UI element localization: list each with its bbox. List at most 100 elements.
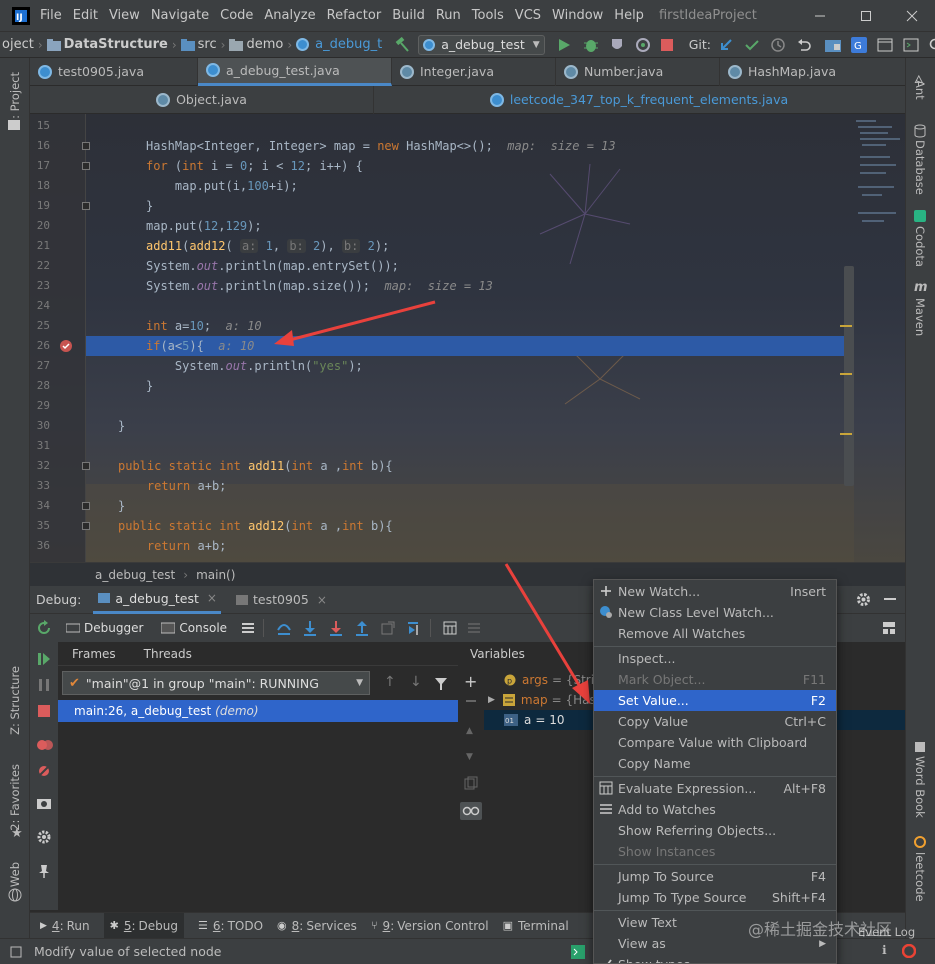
codota-tool-window-button[interactable]: Codota bbox=[913, 226, 927, 267]
tool-button-terminal[interactable]: ▣ Terminal bbox=[503, 919, 569, 933]
tab-a-debug-test[interactable]: a_debug_test.java bbox=[198, 57, 392, 86]
menu-edit[interactable]: Edit bbox=[73, 8, 98, 23]
run-config-select[interactable]: a_debug_test ▼ bbox=[418, 34, 545, 55]
breadcrumb-method[interactable]: main() bbox=[196, 568, 235, 582]
move-up-icon[interactable]: ▲ bbox=[466, 726, 473, 736]
line-number[interactable]: 28 bbox=[30, 379, 50, 392]
line-number[interactable]: 32 bbox=[30, 459, 50, 472]
tab-console[interactable]: Console bbox=[157, 614, 231, 642]
tab-hashmap[interactable]: HashMap.java bbox=[720, 58, 905, 86]
evaluate-expression-icon[interactable] bbox=[443, 621, 457, 635]
tab-test0905[interactable]: test0905.java bbox=[30, 57, 198, 86]
line-number[interactable]: 23 bbox=[30, 279, 50, 292]
line-number[interactable]: 17 bbox=[30, 159, 50, 172]
step-into-icon[interactable] bbox=[302, 620, 318, 636]
close-tab-icon[interactable]: × bbox=[207, 591, 217, 605]
inline-watches-glasses-icon[interactable] bbox=[460, 802, 482, 820]
hide-icon[interactable] bbox=[884, 598, 896, 600]
menu-item-remove-all-watches[interactable]: Remove All Watches bbox=[594, 623, 836, 644]
line-number[interactable]: 33 bbox=[30, 479, 50, 492]
line-number[interactable]: 18 bbox=[30, 179, 50, 192]
tab-object[interactable]: Object.java bbox=[30, 85, 374, 114]
ant-tool-window-button[interactable]: Ant bbox=[913, 80, 927, 100]
line-number[interactable]: 31 bbox=[30, 439, 50, 452]
code-line[interactable]: } bbox=[118, 499, 125, 513]
code-line[interactable]: map.put(12,129); bbox=[146, 219, 262, 233]
menu-vcs[interactable]: VCS bbox=[515, 8, 541, 23]
add-watch-icon[interactable]: + bbox=[464, 672, 477, 691]
copy-icon[interactable] bbox=[464, 776, 478, 790]
breadcrumb-class[interactable]: a_debug_t bbox=[315, 37, 382, 52]
run-to-cursor-icon[interactable] bbox=[406, 620, 422, 636]
tool-button-run[interactable]: ▶ 4: Run bbox=[40, 919, 90, 933]
pin-icon[interactable] bbox=[38, 864, 50, 878]
close-icon[interactable] bbox=[889, 0, 935, 32]
drop-frame-icon[interactable] bbox=[380, 620, 396, 636]
tool-button-services[interactable]: ◉ 8: Services bbox=[277, 919, 357, 933]
menu-item-show-referring-objects[interactable]: Show Referring Objects... bbox=[594, 820, 836, 841]
code-line[interactable]: int a=10; a: 10 bbox=[146, 319, 262, 333]
menu-item-jump-to-type-source[interactable]: Jump To Type Source Shift+F4 bbox=[594, 887, 836, 908]
breadcrumb-src[interactable]: src bbox=[198, 37, 217, 52]
menu-analyze[interactable]: Analyze bbox=[264, 8, 315, 23]
force-step-into-icon[interactable] bbox=[328, 620, 344, 636]
fold-marker-icon[interactable] bbox=[82, 202, 90, 210]
menu-item-evaluate-expression[interactable]: Evaluate Expression... Alt+F8 bbox=[594, 778, 836, 799]
fold-marker-icon[interactable] bbox=[82, 162, 90, 170]
maximize-icon[interactable] bbox=[843, 0, 889, 32]
menu-item-jump-to-source[interactable]: Jump To Source F4 bbox=[594, 866, 836, 887]
thread-select[interactable]: ✔ "main"@1 in group "main": RUNNING ▼ bbox=[62, 671, 370, 695]
google-icon[interactable] bbox=[902, 944, 916, 958]
project-tool-window-button[interactable]: 1: Project bbox=[8, 72, 22, 126]
line-number[interactable]: 19 bbox=[30, 199, 50, 212]
menu-item-add-to-watches[interactable]: Add to Watches bbox=[594, 799, 836, 820]
menu-item-new-class-level-watch[interactable]: New Class Level Watch... bbox=[594, 602, 836, 623]
structure-tool-window-button[interactable]: Z: Structure bbox=[8, 666, 22, 735]
breakpoint-icon[interactable] bbox=[59, 339, 73, 353]
code-line[interactable]: return a+b; bbox=[118, 539, 226, 553]
menu-run[interactable]: Run bbox=[436, 8, 461, 23]
mute-breakpoints-icon[interactable] bbox=[37, 764, 51, 778]
line-number[interactable]: 21 bbox=[30, 239, 50, 252]
menu-item-copy-value[interactable]: Copy Value Ctrl+C bbox=[594, 711, 836, 732]
move-down-icon[interactable]: ▼ bbox=[466, 752, 473, 762]
terminal-icon[interactable] bbox=[903, 38, 919, 52]
debug-bug-icon[interactable] bbox=[583, 37, 599, 53]
code-line[interactable]: System.out.println(map.entrySet()); bbox=[146, 259, 399, 273]
stop-icon[interactable] bbox=[660, 38, 673, 51]
git-update-icon[interactable] bbox=[719, 38, 733, 52]
tab-frames[interactable]: Frames bbox=[72, 647, 116, 661]
editor-gutter[interactable]: 15 16 17 18 19 20 21 22 23 24 25 26 27 28 29 30 31 32 33 34… bbox=[30, 114, 86, 562]
filter-icon[interactable] bbox=[434, 677, 448, 691]
menu-file[interactable]: File bbox=[40, 8, 62, 23]
line-number[interactable]: 26 bbox=[30, 339, 50, 352]
error-stripe-marker[interactable] bbox=[840, 325, 852, 327]
code-line[interactable]: for (int i = 0; i < 12; i++) { bbox=[146, 159, 363, 173]
camera-icon[interactable] bbox=[37, 797, 51, 809]
line-number[interactable]: 29 bbox=[30, 399, 50, 412]
fold-marker-icon[interactable] bbox=[82, 462, 90, 470]
breadcrumb-class[interactable]: a_debug_test bbox=[95, 568, 175, 582]
line-number[interactable]: 36 bbox=[30, 539, 50, 552]
breadcrumb-module[interactable]: DataStructure bbox=[64, 37, 168, 52]
trace-icon[interactable] bbox=[467, 621, 481, 635]
tab-threads[interactable]: Threads bbox=[144, 647, 192, 661]
maven-tool-window-button[interactable]: Maven bbox=[913, 298, 927, 336]
tab-debugger[interactable]: Debugger bbox=[62, 614, 147, 642]
code-line[interactable]: add11(add12( a: 1, b: 2), b: 2); bbox=[146, 239, 389, 253]
code-line[interactable]: map.put(i,100+i); bbox=[146, 179, 298, 193]
view-breakpoints-icon[interactable] bbox=[37, 738, 53, 752]
tool-button-todo[interactable]: ☰ 6: TODO bbox=[198, 919, 263, 933]
line-number[interactable]: 24 bbox=[30, 299, 50, 312]
menu-tools[interactable]: Tools bbox=[472, 8, 504, 23]
menu-code[interactable]: Code bbox=[220, 8, 253, 23]
settings-gear-icon[interactable] bbox=[856, 592, 871, 607]
tool-button-version-control[interactable]: ⑂ 9: Version Control bbox=[371, 919, 489, 933]
pause-icon[interactable] bbox=[37, 678, 51, 692]
line-number[interactable]: 34 bbox=[30, 499, 50, 512]
code-line[interactable]: System.out.println("yes"); bbox=[146, 359, 363, 373]
code-editor[interactable]: 15 16 17 18 19 20 21 22 23 24 25 26 27 28 29 30 31 32 33 34… bbox=[30, 114, 905, 562]
menu-item-compare-value-with-clipboard[interactable]: Compare Value with Clipboard bbox=[594, 732, 836, 753]
fold-marker-icon[interactable] bbox=[82, 142, 90, 150]
tool-button-debug[interactable]: ✱ 5: Debug bbox=[103, 912, 184, 939]
